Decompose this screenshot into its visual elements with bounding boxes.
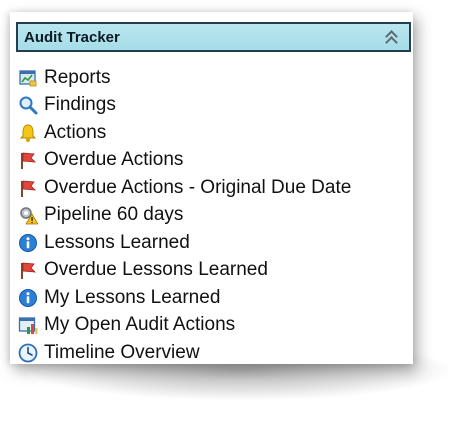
info-icon <box>18 288 38 308</box>
menu-item-label: Lessons Learned <box>44 231 190 253</box>
menu-item-label: My Open Audit Actions <box>44 314 236 336</box>
clock-icon <box>18 343 38 363</box>
menu-item-lessons-learned[interactable]: Lessons Learned <box>18 229 351 257</box>
menu-item-overdue-actions-original-due-date[interactable]: Overdue Actions - Original Due Date <box>18 174 351 202</box>
menu-item-pipeline-60-days[interactable]: Pipeline 60 days <box>18 202 351 230</box>
menu-item-label: Timeline Overview <box>44 341 200 363</box>
bell-icon <box>18 123 38 143</box>
menu-item-reports[interactable]: Reports <box>18 64 351 92</box>
red-flag-icon <box>18 150 38 170</box>
menu-item-label: Actions <box>44 121 107 143</box>
panel-header[interactable]: Audit Tracker <box>16 22 411 52</box>
screenshot-stage: Audit Tracker Reports Findings Actions O… <box>0 0 473 422</box>
chart-report-icon <box>18 68 38 88</box>
menu-list: Reports Findings Actions Overdue Actions… <box>18 64 351 367</box>
menu-item-label: Pipeline 60 days <box>44 204 184 226</box>
info-icon <box>18 233 38 253</box>
menu-item-label: My Lessons Learned <box>44 286 221 308</box>
magnifier-icon <box>18 95 38 115</box>
menu-item-my-lessons-learned[interactable]: My Lessons Learned <box>18 284 351 312</box>
double-chevron-up-icon[interactable] <box>383 27 401 49</box>
red-flag-icon <box>18 178 38 198</box>
red-flag-icon <box>18 260 38 280</box>
menu-item-label: Overdue Actions <box>44 149 184 171</box>
menu-item-timeline-overview[interactable]: Timeline Overview <box>18 339 351 367</box>
menu-item-my-open-audit-actions[interactable]: My Open Audit Actions <box>18 312 351 340</box>
audit-tracker-panel: Audit Tracker Reports Findings Actions O… <box>10 12 413 364</box>
menu-item-actions[interactable]: Actions <box>18 119 351 147</box>
menu-item-overdue-actions[interactable]: Overdue Actions <box>18 147 351 175</box>
bar-chart-icon <box>18 315 38 335</box>
menu-item-label: Overdue Actions - Original Due Date <box>44 176 352 198</box>
panel-title: Audit Tracker <box>24 28 120 46</box>
menu-item-label: Findings <box>44 94 116 116</box>
warning-gear-icon <box>18 205 38 225</box>
menu-item-label: Overdue Lessons Learned <box>44 259 268 281</box>
menu-item-findings[interactable]: Findings <box>18 92 351 120</box>
menu-item-overdue-lessons-learned[interactable]: Overdue Lessons Learned <box>18 257 351 285</box>
menu-item-label: Reports <box>44 66 111 88</box>
